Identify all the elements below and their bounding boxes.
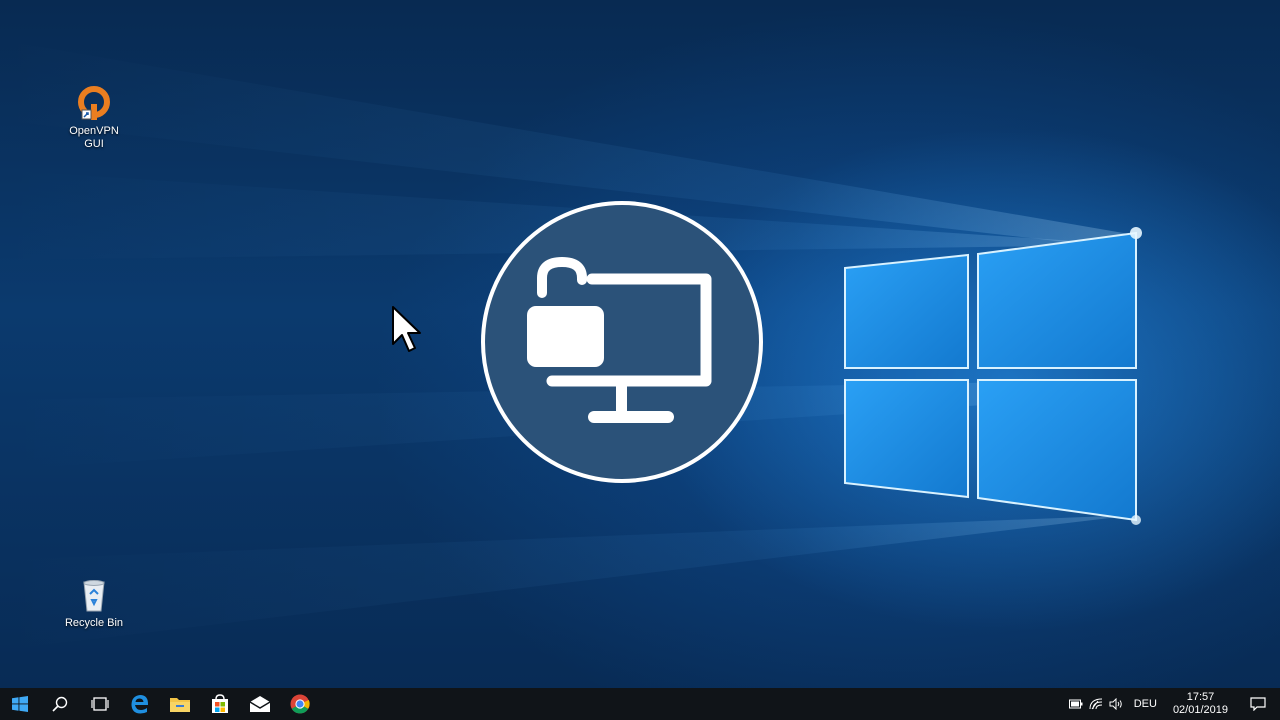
windows-start-icon <box>12 696 28 712</box>
search-button[interactable] <box>40 688 80 720</box>
mail-button[interactable] <box>240 688 280 720</box>
action-center-icon <box>1250 697 1266 711</box>
action-center-button[interactable] <box>1236 688 1280 720</box>
openvpn-icon <box>76 86 112 122</box>
lock-monitor-logo <box>480 200 764 484</box>
battery-tray[interactable] <box>1066 688 1086 720</box>
task-view-icon <box>91 697 109 711</box>
recycle-bin-label: Recycle Bin <box>64 617 124 629</box>
system-tray: DEU 17:57 02/01/2019 <box>1066 688 1280 720</box>
input-language[interactable]: DEU <box>1126 698 1165 710</box>
edge-button[interactable] <box>120 688 160 720</box>
openvpn-gui-shortcut[interactable]: OpenVPN GUI <box>56 86 132 151</box>
file-explorer-button[interactable] <box>160 688 200 720</box>
edge-icon <box>131 695 149 714</box>
recycle-bin-icon <box>76 578 112 614</box>
mail-icon <box>250 696 270 712</box>
clock[interactable]: 17:57 02/01/2019 <box>1165 691 1236 717</box>
chrome-icon <box>290 694 310 714</box>
file-explorer-icon <box>170 698 190 712</box>
openvpn-label-line2: GUI <box>84 138 104 150</box>
store-icon <box>212 694 228 713</box>
mouse-cursor-icon <box>392 306 421 352</box>
recycle-bin[interactable]: Recycle Bin <box>56 578 132 630</box>
clock-time: 17:57 <box>1186 691 1215 703</box>
start-button[interactable] <box>0 688 40 720</box>
store-button[interactable] <box>200 688 240 720</box>
volume-icon <box>1109 698 1122 710</box>
openvpn-label-line1: OpenVPN <box>69 125 119 137</box>
battery-icon <box>1068 699 1083 709</box>
windows-logo-wallpaper <box>844 227 1142 525</box>
clock-date: 02/01/2019 <box>1172 704 1228 716</box>
task-view-button[interactable] <box>80 688 120 720</box>
search-icon <box>52 696 68 712</box>
volume-tray[interactable] <box>1106 688 1126 720</box>
taskbar: DEU 17:57 02/01/2019 <box>0 688 1280 720</box>
network-tray[interactable] <box>1086 688 1106 720</box>
chrome-button[interactable] <box>280 688 320 720</box>
network-icon <box>1089 698 1102 710</box>
lock-monitor-icon <box>481 201 763 483</box>
